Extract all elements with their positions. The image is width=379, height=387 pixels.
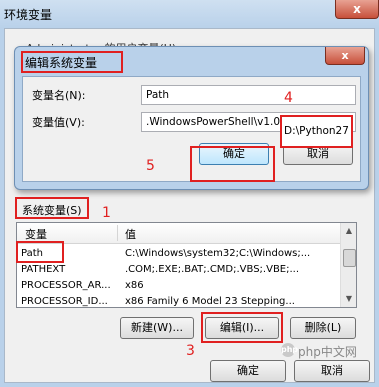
annotation-3: 3 [186,343,195,359]
column-header-value[interactable]: 值 [125,226,136,242]
outer-window-title: 环境变量 [4,8,53,22]
table-row[interactable]: PROCESSOR_AR... x86 [17,279,340,295]
variable-value-text-right: D:\Python27 [284,125,349,137]
row-name: PROCESSOR_ID... [21,296,108,307]
variable-name-label: 变量名(N): [32,89,86,102]
scroll-thumb[interactable] [343,249,356,267]
scroll-up-arrow-icon[interactable]: ▲ [341,223,356,239]
column-header-variable[interactable]: 变量 [25,226,47,242]
row-name: PROCESSOR_AR... [21,280,111,291]
row-value: C:\Windows\system32;C:\Windows;... [125,248,311,259]
annotation-1: 1 [102,205,111,221]
highlight-box-path-row [16,241,64,263]
window-frame-right [375,28,379,387]
row-name: PATHEXT [21,264,66,275]
row-value: x86 [125,280,144,291]
window-frame-bottom [0,383,379,387]
system-variables-list[interactable]: 变量 值 Path C:\Windows\system32;C:\Windows… [16,222,357,308]
highlight-box-edit [201,312,283,343]
new-variable-button[interactable]: 新建(W)... [120,317,194,339]
table-row[interactable]: PROCESSOR_ID... x86 Family 6 Model 23 St… [17,295,340,307]
column-separator [117,225,118,241]
annotation-4: 4 [284,90,293,106]
variable-name-input[interactable]: Path [141,85,356,105]
row-value: x86 Family 6 Model 23 Stepping... [125,296,295,307]
scroll-down-arrow-icon[interactable]: ▼ [341,291,356,307]
row-value: .COM;.EXE;.BAT;.CMD;.VBS;.VBE;... [125,264,300,275]
outer-title-bar: 环境变量 [0,0,379,28]
watermark-text: php中文网 [298,345,357,359]
outer-ok-button[interactable]: 确定 [210,360,286,382]
delete-variable-button[interactable]: 删除(L) [290,317,356,339]
highlight-box-value-append: D:\Python27 [280,115,353,148]
variable-value-text-left: .WindowsPowerShell\v1.0\ [146,116,284,128]
watermark-logo-icon: php [281,343,298,357]
table-row[interactable]: PATHEXT .COM;.EXE;.BAT;.CMD;.VBS;.VBE;..… [17,263,340,279]
variable-value-label: 变量值(V): [32,116,85,129]
highlight-box-title [21,51,123,73]
annotation-5: 5 [146,158,155,174]
outer-cancel-button[interactable]: 取消 [294,360,370,382]
list-header: 变量 值 [17,223,340,244]
edit-dialog-close-button[interactable]: x [325,47,365,65]
table-row[interactable]: Path C:\Windows\system32;C:\Windows;... [17,247,340,263]
outer-close-button[interactable]: x [335,0,379,19]
list-scrollbar[interactable]: ▲ ▼ [340,223,356,307]
highlight-box-ok [190,146,275,182]
system-variables-label: 系统变量(S) [22,204,82,217]
